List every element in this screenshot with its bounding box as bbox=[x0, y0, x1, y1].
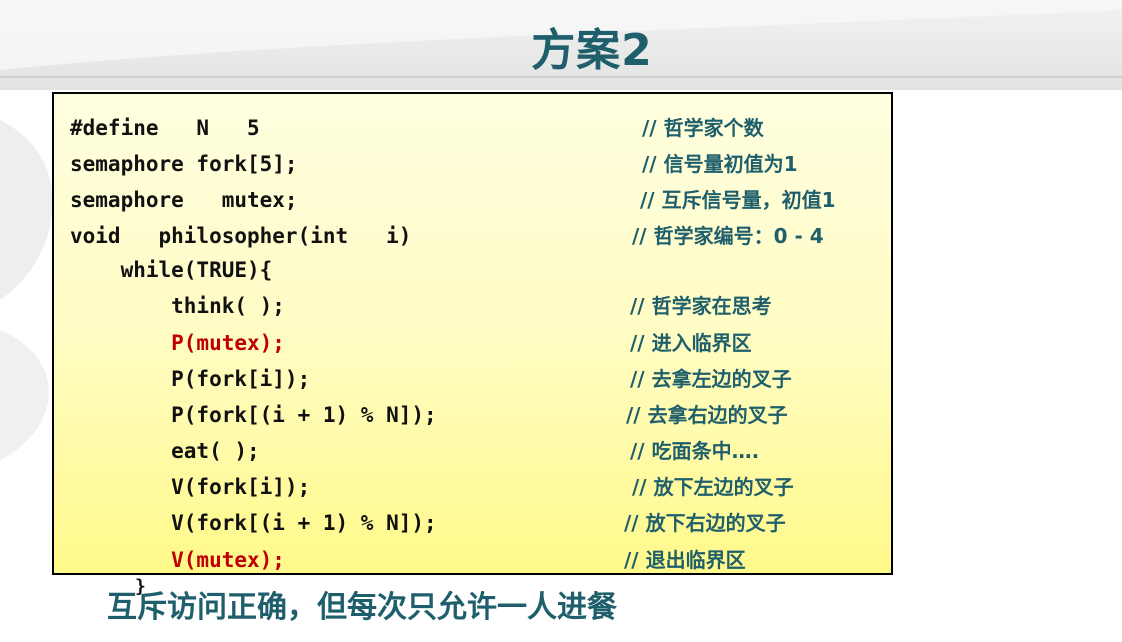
code-comment: // 退出临界区 bbox=[624, 548, 746, 572]
code-line: semaphore fork[5]; // 信号量初值为1 bbox=[54, 149, 891, 179]
code-comment: // 互斥信号量，初值1 bbox=[640, 188, 836, 212]
code-comment: // 吃面条中…. bbox=[630, 439, 760, 463]
code-comment: // 信号量初值为1 bbox=[642, 152, 798, 176]
code-comment: // 去拿左边的叉子 bbox=[630, 367, 792, 391]
code-line: P(mutex); // 进入临界区 bbox=[54, 328, 891, 358]
page-title: 方案2 bbox=[531, 25, 653, 76]
code-text: eat( ); bbox=[70, 439, 260, 463]
code-text: V(mutex); bbox=[70, 548, 285, 572]
code-text: void philosopher(int i) bbox=[70, 224, 412, 248]
code-text: V(fork[i]); bbox=[70, 475, 311, 499]
code-text: semaphore mutex; bbox=[70, 188, 298, 212]
code-line: V(fork[(i + 1) % N]); // 放下右边的叉子 bbox=[54, 508, 891, 538]
code-text: V(fork[(i + 1) % N]); bbox=[70, 511, 437, 535]
code-text: #define N 5 bbox=[70, 116, 260, 140]
code-line: V(mutex); // 退出临界区 bbox=[54, 545, 891, 573]
code-line: semaphore mutex; // 互斥信号量，初值1 bbox=[54, 185, 891, 215]
code-line: eat( ); // 吃面条中…. bbox=[54, 436, 891, 466]
code-text: P(fork[i]); bbox=[70, 367, 311, 391]
code-comment: // 去拿右边的叉子 bbox=[626, 403, 788, 427]
code-text: P(fork[(i + 1) % N]); bbox=[70, 403, 437, 427]
code-comment: // 哲学家个数 bbox=[642, 116, 764, 140]
code-comment: // 放下左边的叉子 bbox=[632, 475, 794, 499]
code-line: void philosopher(int i) // 哲学家编号：0 - 4 bbox=[54, 221, 891, 251]
code-text: think( ); bbox=[70, 294, 285, 318]
title-divider bbox=[0, 76, 1122, 78]
code-line: while(TRUE){ bbox=[54, 255, 891, 285]
footer-note: 互斥访问正确，但每次只允许一人进餐 bbox=[107, 590, 617, 625]
code-text: while(TRUE){ bbox=[70, 258, 273, 282]
code-line: V(fork[i]); // 放下左边的叉子 bbox=[54, 472, 891, 502]
code-line: P(fork[i]); // 去拿左边的叉子 bbox=[54, 364, 891, 394]
code-text: P(mutex); bbox=[70, 331, 285, 355]
code-block: #define N 5 // 哲学家个数 semaphore fork[5]; // … bbox=[52, 92, 893, 575]
code-line: #define N 5 // 哲学家个数 bbox=[54, 113, 891, 143]
code-comment: // 放下右边的叉子 bbox=[624, 511, 786, 535]
code-line: P(fork[(i + 1) % N]); // 去拿右边的叉子 bbox=[54, 400, 891, 430]
code-text: semaphore fork[5]; bbox=[70, 152, 298, 176]
code-comment: // 哲学家在思考 bbox=[630, 294, 772, 318]
code-comment: // 进入临界区 bbox=[630, 331, 752, 355]
code-comment: // 哲学家编号：0 - 4 bbox=[632, 224, 824, 248]
code-line: think( ); // 哲学家在思考 bbox=[54, 291, 891, 321]
